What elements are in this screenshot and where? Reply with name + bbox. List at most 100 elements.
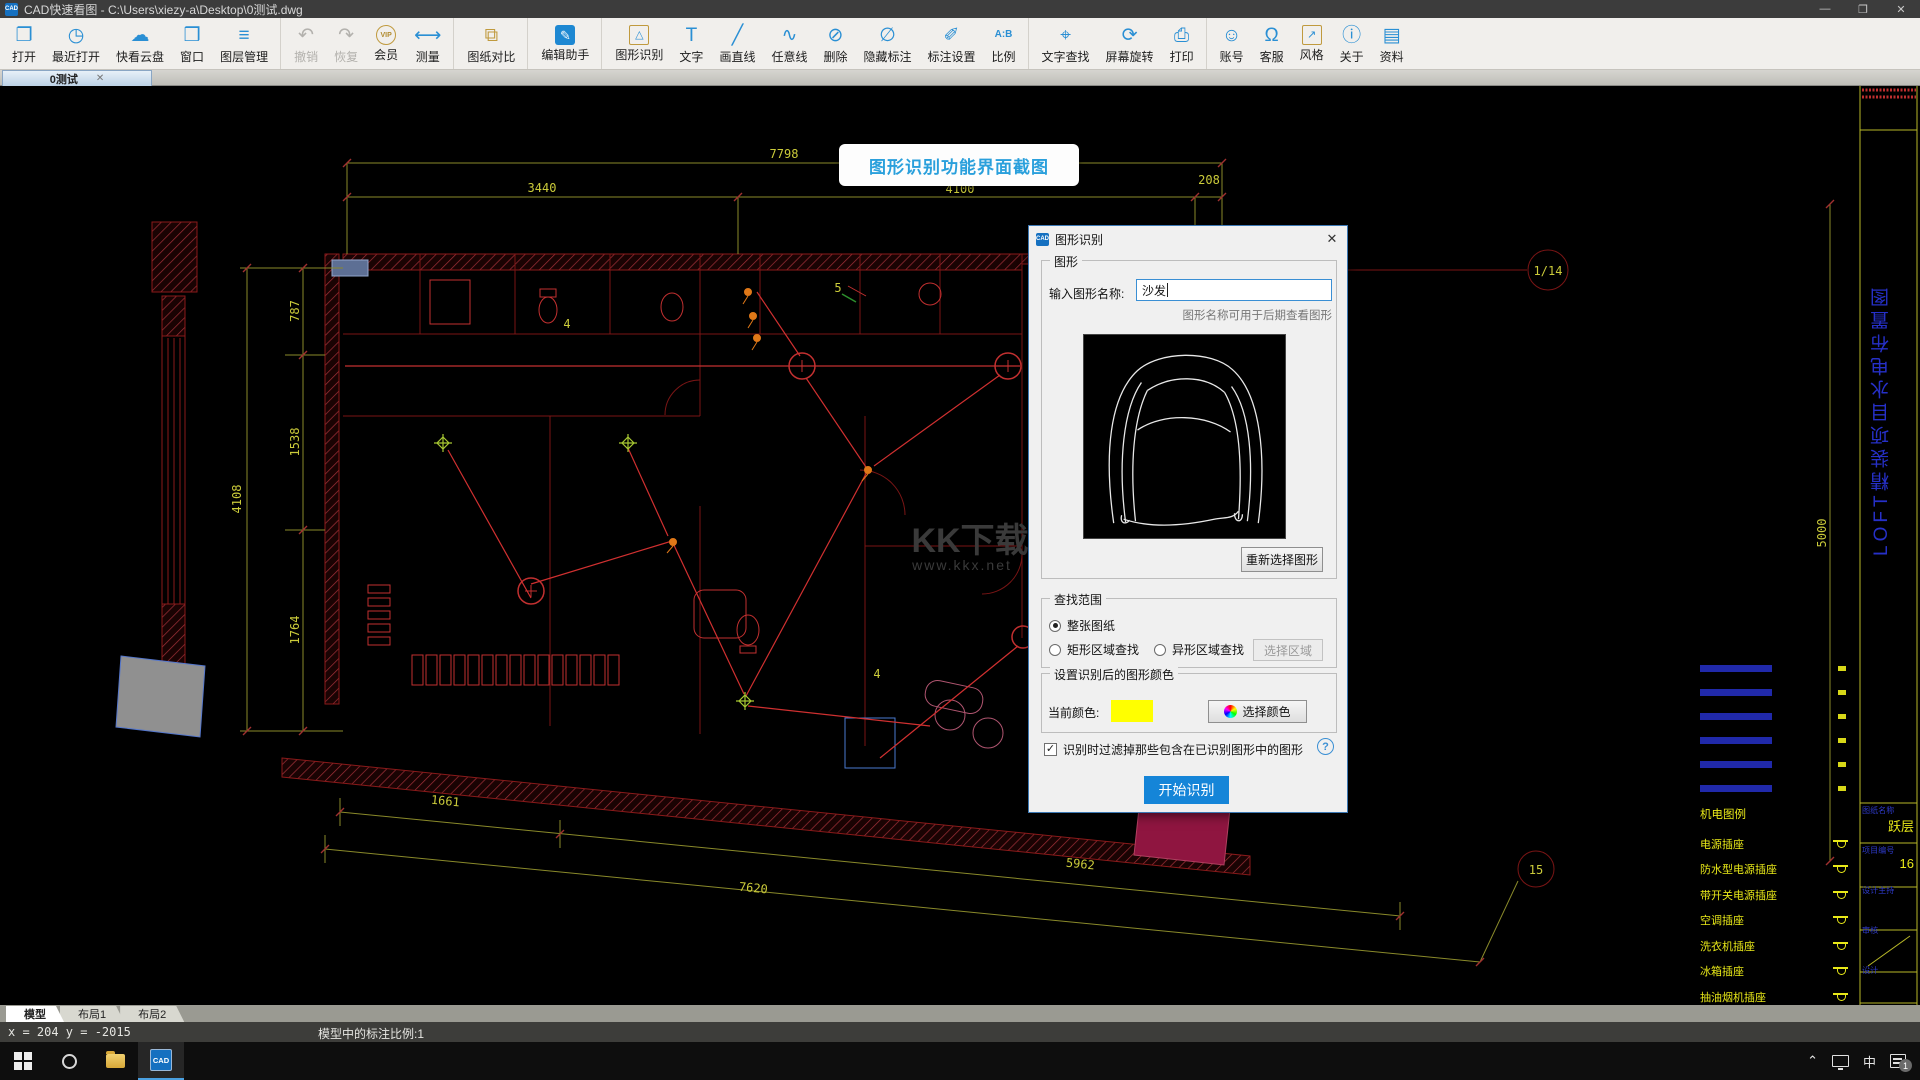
shape-name-input[interactable]: 沙发	[1136, 279, 1332, 301]
checkbox-icon[interactable]: ✓	[1044, 743, 1057, 756]
legend-label: 抽油烟机插座	[1700, 991, 1766, 1004]
legend-label: 洗衣机插座	[1700, 940, 1755, 953]
toolbar-button-annotation-settings[interactable]: ✐ 标注设置	[920, 18, 984, 69]
toolbar-button-undo[interactable]: ↶ 撤销	[286, 18, 326, 69]
pick-color-button[interactable]: 选择颜色	[1208, 700, 1307, 723]
toolbar-icon: T	[685, 24, 698, 46]
legend-label: 空调插座	[1700, 915, 1744, 928]
start-recognition-button[interactable]: 开始识别	[1144, 776, 1229, 804]
folder-icon	[105, 1051, 125, 1068]
toolbar-button-scale[interactable]: A:B 比例	[984, 18, 1029, 69]
display-icon[interactable]	[1831, 1055, 1849, 1070]
dim-7620: 7620	[738, 880, 768, 897]
toolbar-label: 画直线	[719, 50, 756, 64]
file-explorer-button[interactable]	[92, 1042, 138, 1080]
sheet-tab-layout1[interactable]: 布局1	[60, 1006, 124, 1022]
legend-label: 带开关电源插座	[1700, 889, 1777, 902]
current-color-label: 当前颜色:	[1048, 706, 1100, 720]
floorplan-svg: 7798 3440 208 4100 787 1538 1764 4108 16…	[115, 86, 1918, 1005]
dialog-titlebar[interactable]: CAD 图形识别 ✕	[1029, 226, 1347, 252]
toolbar-label: 编辑助手	[541, 48, 590, 62]
toolbar-button-draw-line[interactable]: ╱ 画直线	[711, 18, 763, 69]
titleblock-cell: 设计	[1862, 962, 1917, 1002]
dim-787: 787	[288, 300, 302, 322]
radio-poly-area[interactable]: 异形区域查找	[1154, 641, 1244, 658]
socket-symbol-icon	[1833, 967, 1848, 976]
toolbar-button-delete[interactable]: ⊘ 删除	[815, 18, 855, 69]
hidden-icons-chevron[interactable]: ⌃	[1807, 1053, 1818, 1069]
toolbar-button-measure[interactable]: ⟷ 测量	[406, 18, 455, 69]
sheet-tab-model[interactable]: 模型	[6, 1006, 64, 1022]
toolbar-button-text-search[interactable]: ⌖ 文字查找	[1034, 18, 1098, 69]
titleblock-cell: 图纸名称 跃层	[1862, 802, 1917, 842]
notification-icon[interactable]: 1	[1890, 1054, 1912, 1072]
toolbar-button-shape-recognition[interactable]: △ 图形识别	[607, 18, 671, 69]
radio-icon[interactable]	[1154, 643, 1166, 656]
titleblock-field-label: 审核	[1862, 925, 1879, 935]
toolbar-button-screen-rotate[interactable]: ⟳ 屏幕旋转	[1098, 18, 1162, 69]
dim-3440: 3440	[528, 181, 557, 195]
toolbar-button-text[interactable]: T 文字	[671, 18, 711, 69]
toolbar-button-redo[interactable]: ↷ 恢复	[326, 18, 366, 69]
toolbar-button-print[interactable]: ⎙ 打印	[1162, 18, 1207, 69]
document-tab-0测试[interactable]: 0测试 ✕	[2, 70, 152, 86]
help-icon[interactable]: ?	[1317, 738, 1334, 755]
drawing-canvas[interactable]: 7798 3440 208 4100 787 1538 1764 4108 16…	[0, 86, 1920, 1005]
toolbar-label: 风格	[1299, 48, 1324, 62]
radio-rect-area[interactable]: 矩形区域查找	[1049, 641, 1139, 658]
toolbar-button-style[interactable]: ↗ 风格	[1292, 18, 1332, 69]
filter-checkbox-row[interactable]: ✓ 识别时过滤掉那些包含在已识别图形中的图形	[1044, 741, 1344, 758]
toolbar-button-open[interactable]: ❐ 打开	[4, 18, 44, 69]
maximize-button[interactable]: ❐	[1844, 0, 1882, 18]
shape-recognition-dialog: CAD 图形识别 ✕ 图形 输入图形名称: 沙发 图形名称可用于后期查看图形 重…	[1028, 225, 1348, 813]
start-button[interactable]	[0, 1042, 46, 1080]
toolbar-button-edit-assistant[interactable]: ✎ 编辑助手	[533, 18, 603, 69]
dialog-close-icon[interactable]: ✕	[1317, 231, 1347, 247]
toolbar-button-account[interactable]: ☺ 账号	[1212, 18, 1252, 69]
electrical-symbols	[345, 352, 1035, 649]
titleblock-cell: 审核	[1862, 922, 1917, 962]
toolbar-icon: ⟷	[414, 24, 442, 46]
toolbar-button-cloud-disk[interactable]: ☁ 快看云盘	[108, 18, 172, 69]
toolbar-button-materials[interactable]: ▤ 资料	[1372, 18, 1412, 69]
toolbar-icon: ≡	[238, 24, 250, 46]
socket-symbol-icon	[1833, 916, 1848, 925]
toolbar-label: 测量	[415, 50, 440, 64]
reselect-shape-button[interactable]: 重新选择图形	[1241, 547, 1323, 572]
toolbar-icon: ◷	[67, 24, 85, 46]
legend-row: 电源插座	[1700, 831, 1848, 857]
toolbar-button-recent-open[interactable]: ◷ 最近打开	[44, 18, 108, 69]
partitions	[343, 254, 1023, 746]
dim-5962: 5962	[1065, 856, 1095, 873]
toolbar-button-about[interactable]: ⓘ 关于	[1332, 18, 1372, 69]
tab-close-icon[interactable]: ✕	[96, 73, 104, 84]
toolbar-icon: ✎	[555, 25, 576, 45]
toolbar-button-hide-annotation[interactable]: ∅ 隐藏标注	[855, 18, 919, 69]
toolbar-button-vip[interactable]: VIP 会员	[366, 18, 406, 69]
cad-app-button[interactable]: CAD	[138, 1042, 184, 1080]
close-button[interactable]: ✕	[1882, 0, 1920, 18]
cortana-button[interactable]	[46, 1042, 92, 1080]
radio-icon[interactable]	[1049, 643, 1061, 656]
titleblock-field-value: 跃层	[1887, 819, 1914, 834]
radio-whole-drawing[interactable]: 整张图纸	[1049, 617, 1115, 634]
radio-icon[interactable]	[1049, 619, 1061, 632]
toolbar-button-window[interactable]: ❒ 窗口	[172, 18, 212, 69]
toolbar-button-free-line[interactable]: ∿ 任意线	[763, 18, 815, 69]
toolbar-button-drawing-compare[interactable]: ⧉ 图纸对比	[459, 18, 529, 69]
toolbar-icon: Ω	[1264, 24, 1279, 46]
document-tabstrip: 0测试 ✕	[0, 70, 1920, 86]
select-area-button[interactable]: 选择区域	[1253, 639, 1323, 661]
sheet-tab-layout2[interactable]: 布局2	[120, 1006, 184, 1022]
shape-preview	[1083, 334, 1286, 539]
system-tray: ⌃ 中 1	[1807, 1052, 1920, 1072]
group-search-range-label: 查找范围	[1050, 591, 1107, 608]
ime-indicator[interactable]: 中	[1863, 1052, 1876, 1071]
toolbar-button-layer-manager[interactable]: ≡ 图层管理	[212, 18, 282, 69]
legend-title: 机电图例	[1700, 809, 1746, 821]
minimize-button[interactable]: —	[1806, 0, 1844, 18]
annotation-scale-note: 模型中的标注比例:1	[318, 1027, 425, 1041]
sofa-preview-svg	[1108, 354, 1263, 526]
toolbar-button-support[interactable]: Ω 客服	[1252, 18, 1292, 69]
toolbar-label: 会员	[374, 48, 399, 62]
